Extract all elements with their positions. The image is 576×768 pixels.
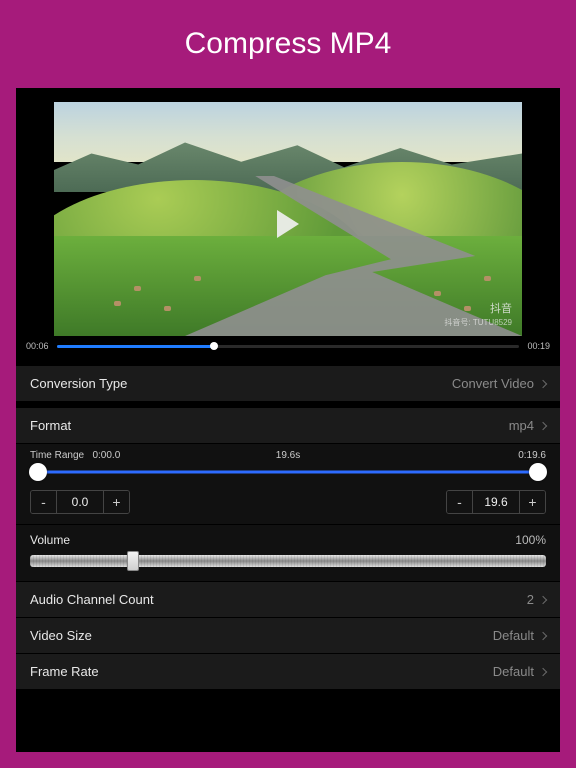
row-label: Conversion Type [30, 376, 127, 391]
volume-percent: 100% [515, 533, 546, 547]
chevron-right-icon [539, 631, 547, 639]
play-icon[interactable] [277, 210, 299, 238]
volume-slider[interactable] [30, 555, 546, 567]
progress-thumb[interactable] [210, 342, 218, 350]
video-timeline: 00:06 00:19 [16, 332, 560, 360]
row-video-size[interactable]: Video Size Default [16, 618, 560, 654]
time-range-slider[interactable] [30, 462, 546, 482]
time-range-block: Time Range 0:00.0 19.6s 0:19.6 - 0.0 + -… [16, 444, 560, 525]
time-range-mid: 19.6s [276, 450, 300, 461]
row-frame-rate[interactable]: Frame Rate Default [16, 654, 560, 690]
stepper-start: - 0.0 + [30, 490, 130, 514]
row-label: Audio Channel Count [30, 592, 154, 607]
row-format[interactable]: Format mp4 [16, 408, 560, 444]
stepper-end-plus[interactable]: + [519, 491, 545, 513]
range-knob-start[interactable] [29, 463, 47, 481]
current-time: 00:06 [26, 341, 49, 351]
app-screen: 抖音 抖音号: TUTU8529 00:06 00:19 Conversion … [16, 88, 560, 752]
row-value: Convert Video [452, 376, 534, 391]
row-audio-channels[interactable]: Audio Channel Count 2 [16, 582, 560, 618]
row-label: Frame Rate [30, 664, 99, 679]
stepper-start-plus[interactable]: + [103, 491, 129, 513]
row-value: mp4 [509, 418, 534, 433]
page-title: Compress MP4 [0, 0, 576, 88]
time-range-end: 0:19.6 [518, 450, 546, 461]
stepper-end-value: 19.6 [473, 495, 519, 509]
watermark-text: 抖音 [490, 300, 512, 316]
time-range-label: Time Range [30, 450, 84, 461]
chevron-right-icon [539, 667, 547, 675]
row-value: Default [493, 628, 534, 643]
volume-block: Volume 100% [16, 525, 560, 582]
chevron-right-icon [539, 421, 547, 429]
stepper-end: - 19.6 + [446, 490, 546, 514]
chevron-right-icon [539, 379, 547, 387]
row-value: Default [493, 664, 534, 679]
duration: 00:19 [527, 341, 550, 351]
row-conversion-type[interactable]: Conversion Type Convert Video [16, 366, 560, 402]
volume-label: Volume [30, 533, 70, 547]
progress-track[interactable] [57, 345, 520, 348]
stepper-end-minus[interactable]: - [447, 491, 473, 513]
row-label: Video Size [30, 628, 92, 643]
watermark-subtext: 抖音号: TUTU8529 [444, 317, 512, 328]
video-player[interactable]: 抖音 抖音号: TUTU8529 00:06 00:19 [16, 88, 560, 360]
stepper-start-minus[interactable]: - [31, 491, 57, 513]
volume-thumb[interactable] [127, 551, 139, 571]
row-label: Format [30, 418, 71, 433]
range-knob-end[interactable] [529, 463, 547, 481]
stepper-start-value: 0.0 [57, 495, 103, 509]
chevron-right-icon [539, 595, 547, 603]
progress-fill [57, 345, 214, 348]
row-value: 2 [527, 592, 534, 607]
time-range-start: 0:00.0 [92, 450, 120, 461]
